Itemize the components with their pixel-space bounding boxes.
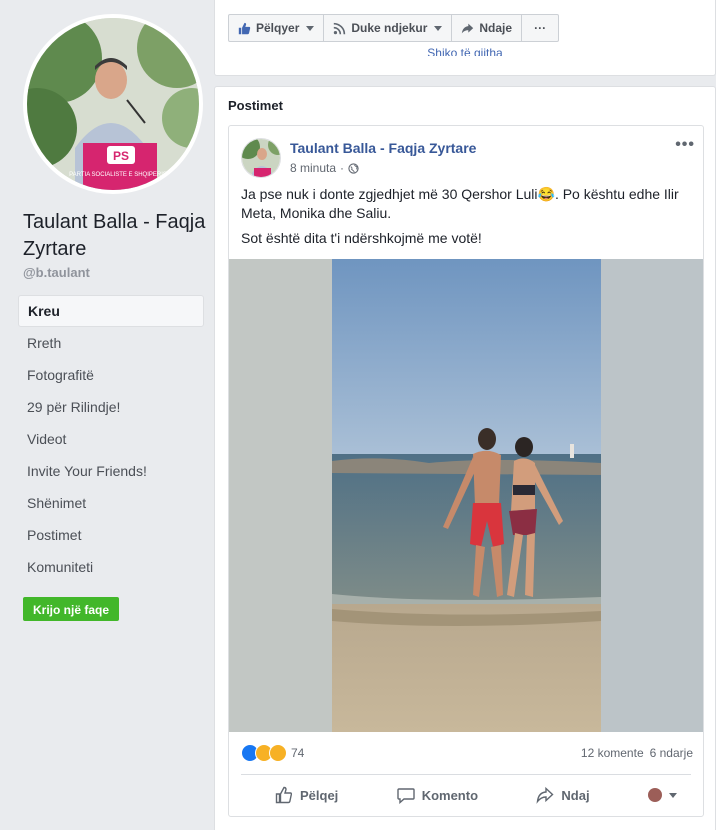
following-button[interactable]: Duke ndjekur	[324, 15, 453, 41]
meta-separator: ·	[340, 161, 345, 175]
reaction-count: 74	[291, 746, 305, 760]
post-options-icon[interactable]: •••	[675, 136, 695, 154]
thumbs-up-outline-icon	[275, 786, 293, 804]
page-nav: Kreu Rreth Fotografitë 29 për Rilindje! …	[18, 295, 204, 583]
comment-button[interactable]: Komento	[396, 786, 479, 804]
globe-icon[interactable]	[348, 162, 359, 174]
post-author-name[interactable]: Taulant Balla - Faqja Zyrtare	[290, 140, 476, 156]
share-arrow-icon	[462, 23, 474, 33]
more-options-button[interactable]: ···	[522, 15, 558, 41]
reaction-summary[interactable]: 74	[241, 744, 304, 762]
page-action-bar: Pëlqyer Duke ndjekur Ndaje ···	[228, 14, 560, 42]
see-all-link[interactable]: Shiko të gjitha	[215, 48, 715, 56]
post-message: Ja pse nuk i donte zgjedhjet më 30 Qersh…	[241, 185, 696, 254]
share-page-label: Ndaje	[479, 21, 513, 35]
following-label: Duke ndjekur	[351, 21, 428, 35]
rss-icon	[334, 22, 346, 34]
page-username[interactable]: @b.taulant	[23, 265, 90, 280]
chevron-down-icon	[306, 25, 315, 31]
comment-button-label: Komento	[421, 787, 479, 803]
post-text-line: Sot është dita t'i ndërshkojmë me votë!	[241, 230, 482, 246]
nav-item-posts[interactable]: Postimet	[18, 519, 204, 551]
nav-item-about[interactable]: Rreth	[18, 327, 204, 359]
like-button[interactable]: Pëlqej	[275, 786, 338, 804]
nav-item-community[interactable]: Komuniteti	[18, 551, 204, 583]
posts-section-title: Postimet	[228, 98, 283, 113]
posts-section: Postimet Taulant Balla - Faqja Zyrtare 8…	[214, 86, 716, 830]
post-meta: 8 minuta ·	[290, 161, 359, 175]
comment-as-selector[interactable]	[647, 788, 677, 802]
share-button-label: Ndaj	[561, 787, 590, 803]
create-page-button[interactable]: Krijo një faqe	[23, 597, 120, 621]
post-video[interactable]	[229, 259, 703, 732]
liked-button[interactable]: Pëlqyer	[229, 15, 325, 41]
post-action-row: Pëlqej Komento Ndaj	[241, 779, 691, 811]
avatar	[647, 788, 662, 802]
share-page-button[interactable]: Ndaje	[452, 15, 523, 41]
nav-item-29-per-rilindje[interactable]: 29 për Rilindje!	[18, 391, 204, 423]
page-title[interactable]: Taulant Balla - Faqja Zyrtare	[23, 209, 208, 263]
like-button-label: Pëlqej	[300, 787, 339, 803]
nav-item-invite-friends[interactable]: Invite Your Friends!	[18, 455, 204, 487]
nav-item-home[interactable]: Kreu	[18, 295, 204, 327]
chevron-down-icon	[668, 792, 677, 798]
share-button[interactable]: Ndaj	[536, 786, 590, 804]
post-timestamp[interactable]: 8 minuta	[290, 161, 336, 175]
post-text-line: Ja pse nuk i donte zgjedhjet më 30 Qersh…	[241, 186, 679, 221]
page-profile-picture[interactable]: PS PARTIA SOCIALISTE E SHQIPERISE	[23, 14, 203, 194]
podium-logo: PS	[113, 149, 129, 163]
podium-text: PARTIA SOCIALISTE E SHQIPERISE	[69, 172, 171, 178]
chevron-down-icon	[434, 25, 443, 31]
shares-count-link[interactable]: 6 ndarje	[650, 746, 693, 760]
thumbs-up-icon	[238, 22, 251, 34]
liked-label: Pëlqyer	[256, 21, 300, 35]
section-gap	[214, 76, 716, 86]
wow-reaction-icon	[269, 744, 287, 762]
comment-bubble-icon	[396, 788, 415, 804]
engagement-counts: 12 komente 6 ndarje	[581, 746, 693, 760]
actions-divider	[241, 774, 691, 775]
nav-item-notes[interactable]: Shënimet	[18, 487, 204, 519]
left-column: PS PARTIA SOCIALISTE E SHQIPERISE Taulan…	[0, 0, 214, 830]
comments-count-link[interactable]: 12 komente	[581, 746, 644, 760]
more-dots-icon: ···	[534, 21, 547, 35]
page-actions-card: Pëlqyer Duke ndjekur Ndaje ··· Shiko të …	[214, 0, 716, 76]
post-author-avatar[interactable]	[241, 138, 281, 178]
nav-item-photos[interactable]: Fotografitë	[18, 359, 204, 391]
nav-item-videos[interactable]: Videot	[18, 423, 204, 455]
post-card: Taulant Balla - Faqja Zyrtare 8 minuta ·…	[228, 125, 704, 817]
share-arrow-outline-icon	[536, 786, 554, 804]
